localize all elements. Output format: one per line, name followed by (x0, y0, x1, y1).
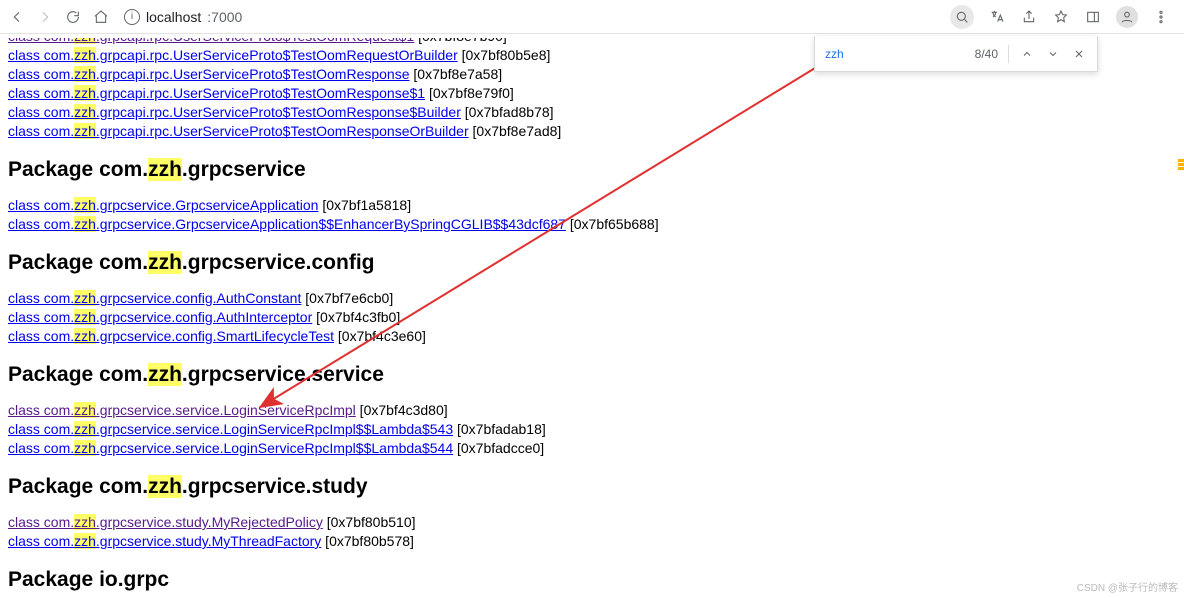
class-link-line: class com.zzh.grpcapi.rpc.UserServicePro… (8, 84, 1176, 102)
class-link[interactable]: class com.zzh.grpcservice.config.AuthCon… (8, 290, 301, 306)
class-address: [0x7bf4c3fb0] (312, 309, 400, 325)
find-close-button[interactable] (1071, 46, 1087, 62)
class-address: [0x7bf8e7a58] (410, 66, 503, 82)
class-link-line: class com.zzh.grpcapi.rpc.UserServicePro… (8, 122, 1176, 140)
forward-button[interactable] (36, 8, 54, 26)
package-heading: Package com.zzh.grpcservice.study (8, 475, 1176, 499)
class-link[interactable]: class com.zzh.grpcapi.rpc.UserServicePro… (8, 104, 461, 120)
class-link[interactable]: class com.zzh.grpcservice.GrpcserviceApp… (8, 216, 566, 232)
find-next-button[interactable] (1045, 46, 1061, 62)
search-engine-icon[interactable] (950, 5, 974, 29)
class-link-line: class com.zzh.grpcservice.service.LoginS… (8, 439, 1176, 457)
profile-avatar[interactable] (1116, 6, 1138, 28)
class-link-line: class com.zzh.grpcservice.GrpcserviceApp… (8, 215, 1176, 233)
class-link[interactable]: class com.zzh.grpcapi.rpc.UserServicePro… (8, 123, 469, 139)
class-address: [0x7bf7e6cb0] (301, 290, 393, 306)
class-link-line: class com.zzh.grpcservice.config.SmartLi… (8, 327, 1176, 345)
find-count: 8/40 (975, 47, 998, 61)
package-heading: Package io.grpc (8, 568, 1176, 592)
class-link[interactable]: class com.zzh.grpcapi.rpc.UserServicePro… (8, 38, 414, 44)
find-separator (1008, 45, 1009, 63)
package-heading: Package com.zzh.grpcservice.service (8, 363, 1176, 387)
class-link[interactable]: class com.zzh.grpcservice.study.MyThread… (8, 533, 321, 549)
home-button[interactable] (92, 8, 110, 26)
class-address: [0x7bfad8b78] (461, 104, 554, 120)
class-link[interactable]: class com.zzh.grpcapi.rpc.UserServicePro… (8, 85, 425, 101)
class-address: [0x7bfadab18] (453, 421, 546, 437)
url-host: localhost (146, 9, 201, 25)
kebab-menu-icon[interactable] (1152, 8, 1170, 26)
reload-button[interactable] (64, 8, 82, 26)
class-address: [0x7bf8e79f0] (425, 85, 514, 101)
scrollbar-find-markers (1176, 34, 1184, 598)
translate-icon[interactable] (988, 8, 1006, 26)
class-address: [0x7bf8e7b90] (414, 38, 507, 44)
class-address: [0x7bf80b510] (323, 514, 416, 530)
find-prev-button[interactable] (1019, 46, 1035, 62)
class-link[interactable]: class com.zzh.grpcservice.study.MyReject… (8, 514, 323, 530)
class-address: [0x7bf8e7ad8] (469, 123, 562, 139)
class-link[interactable]: class com.zzh.grpcservice.service.LoginS… (8, 421, 453, 437)
class-address: [0x7bf80b5e8] (458, 47, 551, 63)
find-in-page-bar: zzh 8/40 (814, 36, 1098, 72)
bookmark-star-icon[interactable] (1052, 8, 1070, 26)
class-link-line: class com.zzh.grpcservice.service.LoginS… (8, 420, 1176, 438)
class-link[interactable]: class com.zzh.grpcservice.config.AuthInt… (8, 309, 312, 325)
class-link[interactable]: class com.zzh.grpcservice.service.LoginS… (8, 440, 453, 456)
class-link[interactable]: class com.zzh.grpcservice.service.LoginS… (8, 402, 356, 418)
class-link-line: class com.zzh.grpcservice.service.LoginS… (8, 401, 1176, 419)
class-address: [0x7bf1a5818] (318, 197, 411, 213)
class-link-line: class com.zzh.grpcservice.study.MyReject… (8, 513, 1176, 531)
class-address: [0x7bf65b688] (566, 216, 659, 232)
class-link-line: class com.zzh.grpcservice.GrpcserviceApp… (8, 196, 1176, 214)
class-link-line: class com.zzh.grpcservice.study.MyThread… (8, 532, 1176, 550)
class-link[interactable]: class com.zzh.grpcapi.rpc.UserServicePro… (8, 66, 410, 82)
toolbar-right (950, 5, 1176, 29)
page-content: class com.zzh.grpcapi.rpc.UserServicePro… (0, 34, 1184, 598)
side-panel-icon[interactable] (1084, 8, 1102, 26)
class-address: [0x7bf4c3d80] (356, 402, 448, 418)
watermark: CSDN @张子行的博客 (1077, 579, 1178, 594)
address-bar[interactable]: i localhost :7000 (124, 9, 242, 25)
find-query[interactable]: zzh (825, 47, 844, 61)
class-link[interactable]: class com.zzh.grpcservice.GrpcserviceApp… (8, 197, 318, 213)
class-link-line: class com.zzh.grpcservice.config.AuthInt… (8, 308, 1176, 326)
package-heading: Package com.zzh.grpcservice (8, 158, 1176, 182)
class-link[interactable]: class com.zzh.grpcservice.config.SmartLi… (8, 328, 334, 344)
package-heading: Package com.zzh.grpcservice.config (8, 251, 1176, 275)
class-link[interactable]: class com.zzh.grpcapi.rpc.UserServicePro… (8, 47, 458, 63)
back-button[interactable] (8, 8, 26, 26)
class-address: [0x7bfadcce0] (453, 440, 544, 456)
url-port: :7000 (207, 9, 242, 25)
site-info-icon[interactable]: i (124, 9, 140, 25)
browser-toolbar: i localhost :7000 (0, 0, 1184, 34)
class-link-line: class com.zzh.grpcservice.config.AuthCon… (8, 289, 1176, 307)
class-link-line: class com.zzh.grpcapi.rpc.UserServicePro… (8, 103, 1176, 121)
class-address: [0x7bf80b578] (321, 533, 414, 549)
share-icon[interactable] (1020, 8, 1038, 26)
class-address: [0x7bf4c3e60] (334, 328, 426, 344)
